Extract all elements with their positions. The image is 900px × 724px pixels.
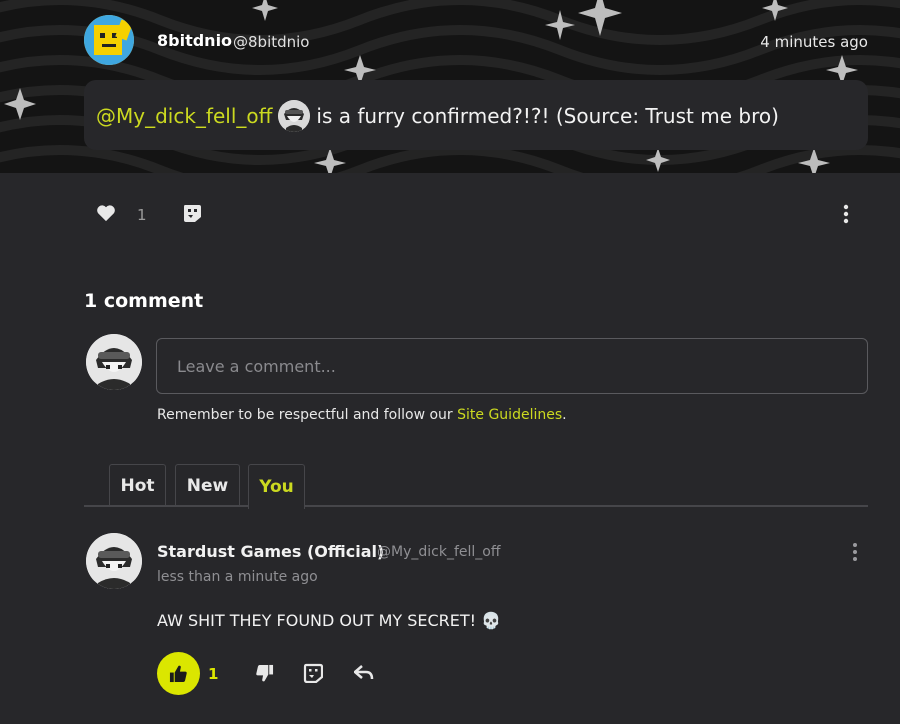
comment-body: AW SHIT THEY FOUND OUT MY SECRET! 💀 [157, 611, 502, 630]
tabs-divider [84, 505, 868, 507]
reply-arrow-icon[interactable] [353, 664, 374, 686]
upvote-button[interactable] [157, 652, 200, 695]
user-mention[interactable]: @My_dick_fell_off [96, 104, 272, 128]
author-avatar[interactable] [84, 15, 134, 65]
tab-new[interactable]: New [175, 464, 240, 507]
like-count: 1 [137, 206, 147, 224]
thumbs-up-icon [169, 665, 187, 683]
post-content: @My_dick_fell_off is a furry confirmed?!… [84, 80, 868, 150]
guidelines-note: Remember to be respectful and follow our… [157, 407, 567, 423]
thumbs-down-icon[interactable] [255, 664, 274, 687]
current-user-avatar[interactable] [86, 334, 142, 390]
comments-count-title: 1 comment [84, 290, 204, 312]
remix-face-icon[interactable] [303, 663, 324, 687]
author-name[interactable]: 8bitdnio [157, 31, 232, 50]
tab-you[interactable]: You [248, 464, 305, 509]
tab-hot[interactable]: Hot [109, 464, 166, 507]
commenter-avatar[interactable] [86, 533, 142, 589]
post-text: is a furry confirmed?!?! (Source: Trust … [316, 104, 779, 128]
guidelines-period: . [562, 407, 567, 423]
comment-handle[interactable]: @My_dick_fell_off [377, 544, 500, 560]
guidelines-text: Remember to be respectful and follow our [157, 407, 458, 423]
author-handle[interactable]: @8bitdnio [233, 33, 310, 51]
comment-author[interactable]: Stardust Games (Official) [157, 542, 384, 561]
post-banner: 8bitdnio @8bitdnio 4 minutes ago @My_dic… [0, 0, 900, 173]
more-vertical-icon[interactable] [842, 204, 850, 228]
upvote-count: 1 [208, 665, 219, 683]
remix-face-icon[interactable] [182, 203, 202, 227]
post-time: 4 minutes ago [760, 33, 868, 51]
site-guidelines-link[interactable]: Site Guidelines [457, 407, 562, 423]
mention-avatar [278, 100, 311, 132]
comment-time: less than a minute ago [157, 569, 318, 585]
heart-icon[interactable] [96, 204, 116, 226]
comment-input[interactable] [156, 338, 868, 394]
more-vertical-icon[interactable] [851, 542, 859, 566]
